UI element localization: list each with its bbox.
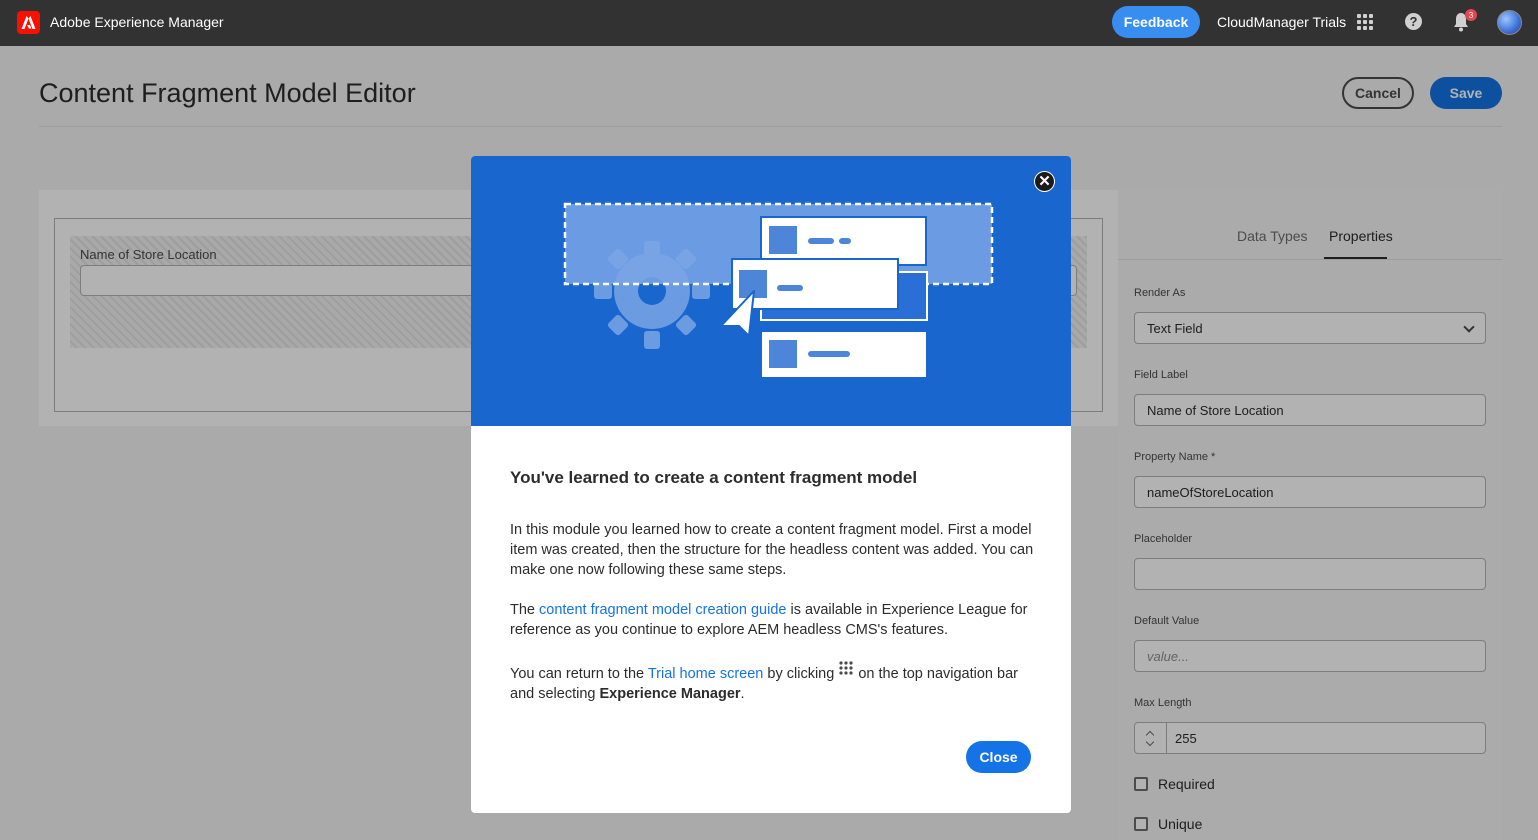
completion-dialog: ✕ You've learned to create a content fra… <box>471 156 1071 813</box>
creation-guide-link[interactable]: content fragment model creation guide <box>539 602 786 618</box>
dialog-paragraph-2: The content fragment model creation guid… <box>510 602 1028 638</box>
help-icon[interactable]: ? <box>1405 13 1422 30</box>
dialog-hero-illustration <box>471 156 1071 426</box>
app-title[interactable]: Adobe Experience Manager <box>50 14 224 30</box>
dialog-close-button[interactable]: Close <box>966 741 1031 773</box>
adobe-logo-icon[interactable] <box>17 11 40 34</box>
apps-grid-icon <box>839 661 853 675</box>
dialog-paragraph-3: You can return to the Trial home screen … <box>510 660 1040 704</box>
dialog-heading: You've learned to create a content fragm… <box>510 468 918 487</box>
feedback-button[interactable]: Feedback <box>1112 6 1200 38</box>
organization-switcher[interactable]: CloudManager Trials <box>1217 14 1346 30</box>
user-avatar[interactable] <box>1497 10 1522 35</box>
notification-count-badge: 3 <box>1465 9 1477 21</box>
trial-home-link[interactable]: Trial home screen <box>648 666 764 682</box>
dialog-paragraph-1: In this module you learned how to create… <box>510 522 1034 578</box>
apps-grid-icon[interactable] <box>1357 14 1373 30</box>
content-model-illustration <box>563 202 994 379</box>
dialog-close-icon[interactable]: ✕ <box>1034 171 1055 192</box>
top-navigation-bar: Adobe Experience Manager Feedback CloudM… <box>0 0 1538 46</box>
